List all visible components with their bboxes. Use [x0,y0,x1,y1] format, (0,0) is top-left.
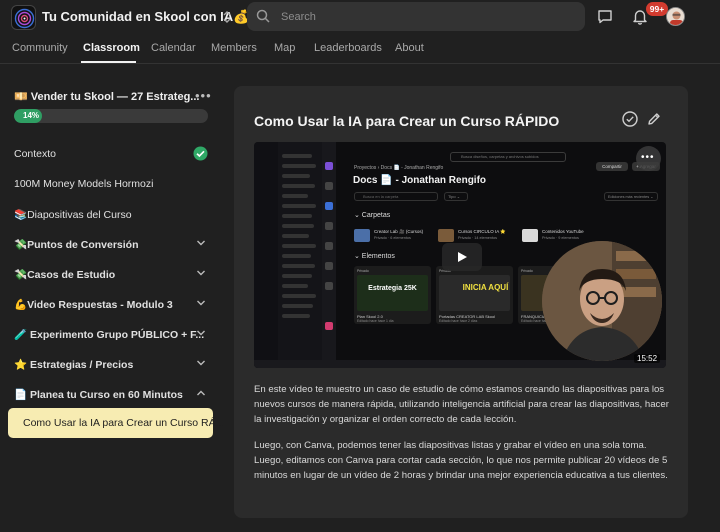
chat-icon[interactable] [597,9,613,24]
video-folder-item: Creator Lab 🎥 (Cursos) Privado · 6 eleme… [354,226,436,246]
community-name[interactable]: Tu Comunidad en Skool con IA💰 [42,9,249,25]
active-tab-indicator [81,61,136,63]
video-canva-search: Busca diseños, carpetas y archivos subid… [450,152,566,162]
search-input[interactable] [281,2,571,31]
notifications-badge: 99+ [646,2,668,16]
user-avatar[interactable] [666,7,685,26]
switch-community-icon[interactable] [221,9,233,25]
video-sort-filter: Ediciones más recientes ⌄ [604,192,658,201]
video-duration: 15:52 [634,354,661,363]
lesson-video-player[interactable]: Busca diseños, carpetas y archivos subid… [254,142,666,368]
chevron-down-icon [197,360,205,366]
lesson-card: Como Usar la IA para Crear un Curso RÁPI… [234,86,688,518]
video-left-panel [278,142,322,368]
video-section-elements: ⌄ Elementos [354,253,395,260]
mark-complete-icon[interactable] [622,111,638,127]
video-folder-search-text: Busca en la carpeta [363,194,399,199]
course-options-icon[interactable]: ••• [195,88,212,103]
lesson-description-paragraph: En este vídeo te muestro un caso de estu… [254,384,669,425]
video-section-folders: ⌄ Carpetas [354,212,391,219]
module-label: 💪Video Respuestas - Modulo 3 [14,299,173,311]
tab-calendar[interactable]: Calendar [151,42,196,54]
active-lesson-item[interactable]: Como Usar la IA para Crear un Curso RÁ..… [8,408,224,438]
top-bar: Tu Comunidad en Skool con IA💰 99+ [0,0,720,34]
module-label: ⭐ Estrategias / Precios [14,359,134,371]
video-os-sidebar [254,142,278,368]
module-experimento[interactable]: 🧪 Experimento Grupo PÚBLICO + F... [14,324,214,344]
course-sidebar: 💴 Vender tu Skool — 27 Estrateg... ••• 1… [0,64,224,532]
completed-check-icon [193,146,208,161]
lesson-title: Como Usar la IA para Crear un Curso RÁPI… [254,113,560,129]
tab-members[interactable]: Members [211,42,257,54]
chevron-down-icon [197,330,205,336]
course-title: 💴 Vender tu Skool — 27 Estrateg... [14,91,200,103]
video-options-button[interactable]: ••• [636,146,661,171]
video-canva-rail [322,142,336,368]
course-progress-label: 14% [23,111,40,120]
edit-icon[interactable] [646,111,662,127]
search-bar[interactable] [247,2,585,31]
chevron-down-icon [197,240,205,246]
chevron-down-icon [197,300,205,306]
nav-tabs: Community Classroom Calendar Members Map… [0,34,720,64]
play-icon [458,252,467,262]
active-lesson-label: Como Usar la IA para Crear un Curso RÁ..… [23,417,225,429]
video-share-label: Compartir [596,162,628,171]
lesson-description-paragraph: Luego, con Canva, podemos tener las diap… [254,440,668,481]
video-search-text: Busca diseños, carpetas y archivos subid… [461,154,539,159]
search-icon [256,9,270,23]
play-button[interactable] [442,243,482,271]
chevron-up-icon [197,390,205,396]
presenter-webcam [542,241,662,361]
video-design-tile: Privado Estrategia 25K Plan Skool 2.0 Ed… [354,266,431,324]
module-casos-estudio[interactable]: 💸Casos de Estudio [14,264,214,284]
course-progress-bar: 14% [14,109,208,123]
tab-map[interactable]: Map [274,42,295,54]
video-taskbar [254,360,666,368]
lesson-label: 📚Diapositivas del Curso [14,209,132,221]
module-video-respuestas[interactable]: 💪Video Respuestas - Modulo 3 [14,294,214,314]
video-design-tile: Privado INICIA AQUÍ Portadas CREATOR LAB… [436,266,513,324]
lesson-label: Contexto [14,148,57,160]
module-label: 📄 Planea tu Curso en 60 Minutos [14,389,183,401]
lesson-diapositivas[interactable]: 📚Diapositivas del Curso [14,204,214,224]
video-folder-heading: Docs 📄 - Jonathan Rengifo [353,175,487,186]
tab-leaderboards[interactable]: Leaderboards [314,42,382,54]
lesson-money-models[interactable]: 100M Money Models Hormozi [14,174,214,194]
video-type-filter: Tipo ⌄ [444,192,468,201]
module-label: 🧪 Experimento Grupo PÚBLICO + F... [14,329,205,341]
lesson-contexto[interactable]: Contexto [14,144,214,164]
tab-about[interactable]: About [395,42,424,54]
video-breadcrumb: Proyectos › Docs 📄 - Jonathan Rengifo [354,165,444,171]
module-estrategias-precios[interactable]: ⭐ Estrategias / Precios [14,354,214,374]
module-label: 💸Casos de Estudio [14,269,116,281]
chevron-down-icon [197,270,205,276]
module-planea-curso[interactable]: 📄 Planea tu Curso en 60 Minutos [14,384,214,404]
community-logo[interactable] [11,5,36,30]
module-puntos-conversion[interactable]: 💸Puntos de Conversión [14,234,214,254]
video-folder-search: Busca en la carpeta [354,192,438,201]
lesson-label: 100M Money Models Hormozi [14,178,154,190]
tab-community[interactable]: Community [12,42,68,54]
tab-classroom[interactable]: Classroom [83,42,140,54]
module-label: 💸Puntos de Conversión [14,239,139,251]
